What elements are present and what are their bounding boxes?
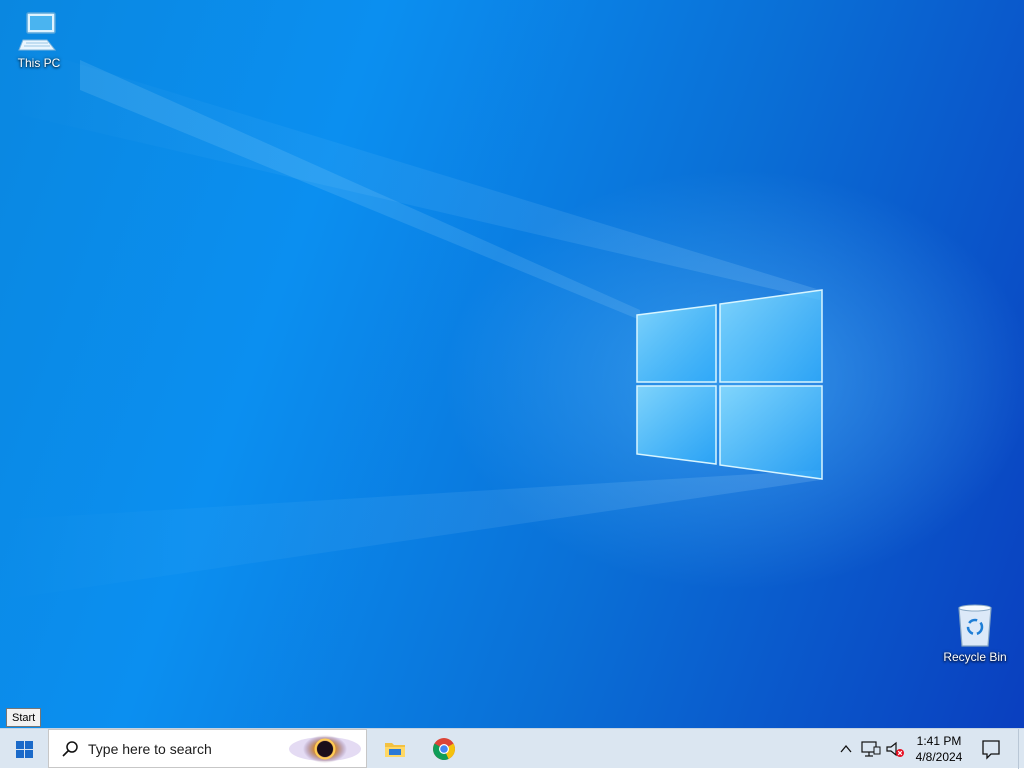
recycle-bin-label: Recycle Bin — [943, 650, 1007, 664]
start-tooltip: Start — [6, 708, 42, 727]
windows-start-icon — [16, 741, 33, 758]
this-pc-label: This PC — [17, 56, 61, 70]
taskbar-clock[interactable]: 1:41 PM 4/8/2024 — [908, 731, 970, 767]
recycle-bin-icon — [958, 604, 992, 647]
volume-muted-icon[interactable] — [884, 739, 906, 759]
chrome-taskbar-button[interactable] — [420, 729, 468, 769]
desktop-wallpaper: This PC Recycle Bin — [0, 0, 1024, 728]
search-icon — [62, 741, 78, 757]
windows-logo-wallpaper — [0, 40, 823, 600]
start-button[interactable] — [0, 729, 48, 769]
network-icon[interactable] — [860, 739, 882, 759]
clock-date: 4/8/2024 — [915, 750, 963, 764]
show-desktop-button[interactable] — [1018, 729, 1024, 769]
chevron-up-icon[interactable] — [836, 739, 856, 759]
action-center-icon[interactable] — [978, 737, 1004, 761]
search-placeholder: Type here to search — [88, 741, 212, 757]
clock-time: 1:41 PM — [916, 734, 962, 748]
taskbar-search-box[interactable]: Type here to search — [48, 729, 367, 768]
taskbar: Type here to search 1:41 PM 4/8/2024 — [0, 728, 1024, 769]
computer-icon — [18, 12, 57, 51]
search-highlight-image[interactable] — [288, 732, 362, 766]
chrome-icon — [433, 738, 455, 760]
this-pc-desktop-icon[interactable]: This PC — [1, 10, 77, 70]
file-explorer-taskbar-button[interactable] — [371, 729, 419, 769]
folder-icon — [385, 743, 405, 757]
recycle-bin-desktop-icon[interactable]: Recycle Bin — [937, 602, 1013, 664]
